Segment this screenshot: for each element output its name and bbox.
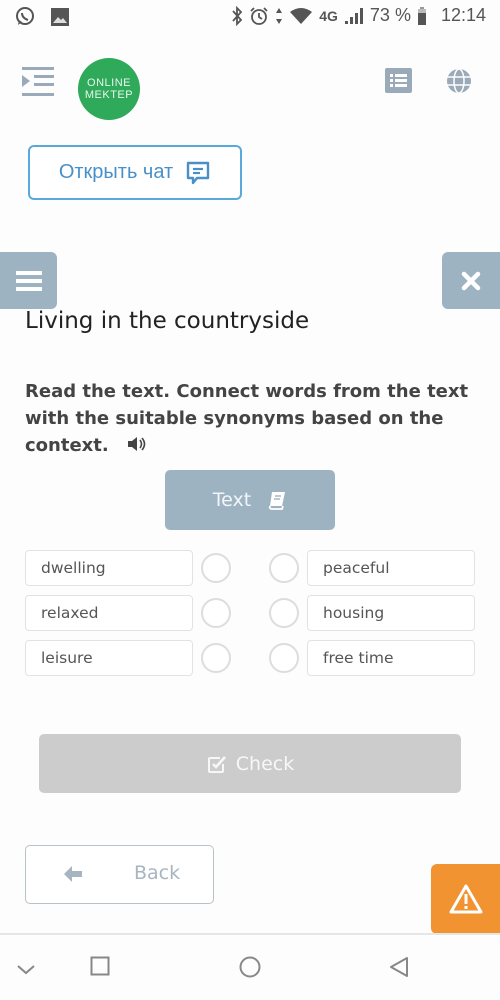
list-icon: [385, 68, 412, 93]
checkbox-check-icon: [207, 755, 226, 773]
indent-menu-icon: [22, 67, 54, 96]
right-word-label: free time: [323, 649, 394, 667]
open-chat-label: Открыть чат: [58, 161, 174, 183]
left-connector-dot[interactable]: [201, 553, 231, 583]
alarm-icon: [249, 6, 269, 26]
square-icon: [90, 956, 110, 976]
system-navigation-bar: [0, 935, 500, 1000]
chat-icon: [186, 161, 210, 184]
lesson-menu-button[interactable]: [0, 252, 57, 309]
left-connector-dot[interactable]: [201, 598, 231, 628]
battery-icon: [417, 6, 427, 26]
back-button[interactable]: Back: [25, 845, 214, 904]
left-word-label: leisure: [41, 649, 93, 667]
logo-line-2: MEKTEP: [84, 89, 134, 101]
speaker-icon[interactable]: [127, 433, 147, 460]
whatsapp-icon: [14, 6, 36, 28]
right-word-item[interactable]: housing: [307, 595, 475, 631]
home-button[interactable]: [239, 956, 261, 982]
back-label: Back: [134, 862, 181, 884]
check-label: Check: [235, 752, 295, 775]
left-word-item[interactable]: leisure: [25, 640, 193, 676]
arrow-left-icon: [64, 866, 82, 882]
triangle-back-icon: [390, 957, 408, 977]
open-text-button[interactable]: Text: [165, 470, 335, 530]
data-transfer-icon: [275, 7, 283, 25]
wifi-icon: [289, 7, 313, 25]
right-word-label: peaceful: [323, 559, 390, 577]
system-back-button[interactable]: [389, 956, 409, 982]
battery-percent: 73 %: [369, 5, 411, 25]
hide-keyboard-button[interactable]: [16, 961, 36, 980]
text-button-label: Text: [212, 489, 252, 511]
close-icon: [461, 271, 481, 290]
online-mektep-logo[interactable]: ONLINE MEKTEP: [78, 58, 140, 120]
close-button[interactable]: [442, 252, 500, 309]
bluetooth-icon: [231, 5, 243, 26]
left-word-label: relaxed: [41, 604, 99, 622]
instruction-text: Read the text. Connect words from the te…: [25, 381, 469, 456]
task-instruction: Read the text. Connect words from the te…: [25, 378, 475, 460]
report-problem-button[interactable]: [431, 864, 500, 934]
right-connector-dot[interactable]: [269, 553, 299, 583]
network-type: 4G: [319, 7, 338, 24]
sidebar-toggle-button[interactable]: [20, 66, 56, 98]
check-button[interactable]: Check: [39, 734, 461, 793]
right-word-item[interactable]: free time: [307, 640, 475, 676]
status-bar: 4G 73 % 12:14: [0, 0, 500, 34]
open-chat-button[interactable]: Открыть чат: [28, 145, 242, 200]
book-icon: [269, 492, 286, 510]
signal-icon: [344, 7, 364, 25]
logo-line-1: ONLINE: [87, 77, 131, 89]
right-connector-dot[interactable]: [269, 643, 299, 673]
warning-icon: [449, 884, 482, 914]
left-word-item[interactable]: dwelling: [25, 550, 193, 586]
list-view-button[interactable]: [385, 68, 412, 93]
left-connector-dot[interactable]: [201, 643, 231, 673]
left-word-item[interactable]: relaxed: [25, 595, 193, 631]
recent-apps-button[interactable]: [90, 956, 110, 980]
circle-icon: [239, 956, 261, 978]
app-header: ONLINE MEKTEP: [0, 48, 500, 120]
image-icon: [50, 7, 70, 27]
left-word-label: dwelling: [41, 559, 106, 577]
right-connector-dot[interactable]: [269, 598, 299, 628]
lesson-title: Living in the countryside: [25, 308, 310, 334]
right-word-label: housing: [323, 604, 385, 622]
right-word-item[interactable]: peaceful: [307, 550, 475, 586]
globe-icon: [447, 68, 471, 94]
hamburger-icon: [15, 270, 42, 291]
clock: 12:14: [440, 5, 486, 25]
language-button[interactable]: [446, 68, 472, 94]
chevron-down-icon: [17, 965, 35, 975]
